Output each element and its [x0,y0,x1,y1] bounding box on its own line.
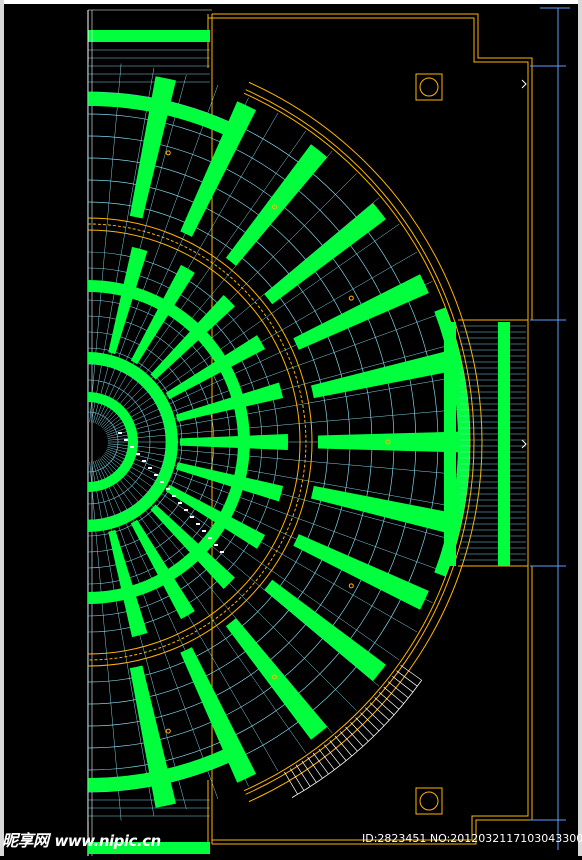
watermark-id: ID:2823451 NO:20120321171030433000 [362,832,582,845]
core-detail-mark [142,460,146,462]
core-detail-mark [190,516,194,518]
window-frame-left [0,0,4,856]
core-detail-mark [148,467,152,469]
watermark-logo: 昵享网 www.nipic.cn [2,827,161,851]
core-detail-mark [208,537,212,539]
window-frame-right [578,0,582,856]
core-detail-mark [154,474,158,476]
core-detail-mark [214,544,218,546]
core-detail-mark [172,495,176,497]
watermark-url: www.nipic.cn [54,832,162,850]
core-detail-mark [202,530,206,532]
core-detail-mark [136,453,140,455]
core-detail-mark [130,446,134,448]
core-detail-mark [124,439,128,441]
floor-plan-drawing: 昵享网 www.nipic.cn ID:2823451 NO:2012032117… [0,0,582,856]
core-detail-mark [166,488,170,490]
watermark-logo-text: 昵享网 [2,831,49,850]
core-detail-mark [196,523,200,525]
window-frame-top [0,0,582,4]
core-detail-mark [160,481,164,483]
core-detail-mark [184,509,188,511]
core-detail-mark [220,551,224,553]
core-detail-mark [118,432,122,434]
drawing-canvas [0,0,582,856]
core-detail-mark [178,502,182,504]
